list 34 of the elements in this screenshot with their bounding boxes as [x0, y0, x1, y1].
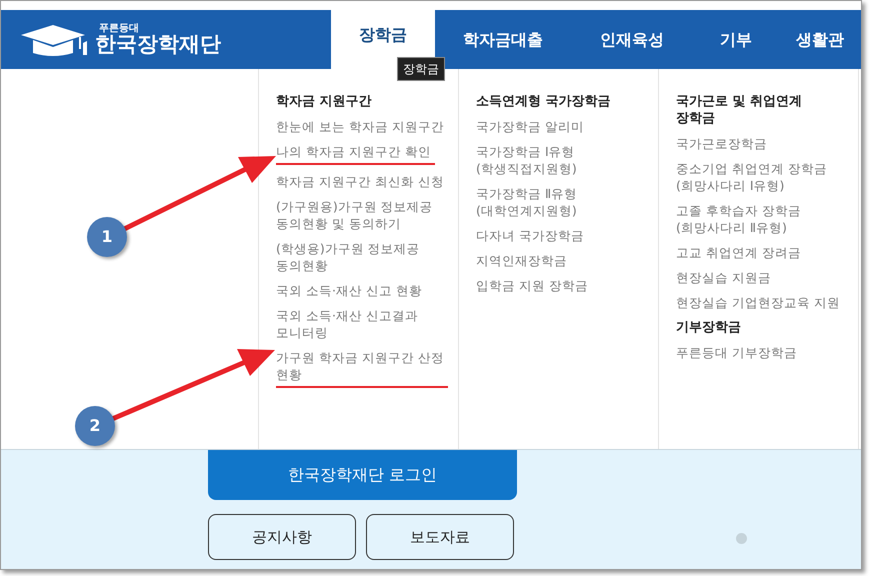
- menu-link[interactable]: 중소기업 취업연계 장학금 (희망사다리 Ⅰ유형): [676, 160, 827, 194]
- menu-link[interactable]: 나의 학자금 지원구간 확인: [276, 143, 435, 165]
- menu-link[interactable]: (학생용)가구원 정보제공 동의현황: [276, 240, 420, 274]
- menu-link[interactable]: (가구원용)가구원 정보제공 동의현황 및 동의하기: [276, 198, 433, 232]
- menu-link[interactable]: 국가장학금 Ⅰ유형 (학생직접지원형): [476, 143, 577, 177]
- quick-link-button[interactable]: 공지사항: [208, 514, 356, 560]
- menu-link[interactable]: 국가근로장학금: [676, 135, 767, 152]
- menu-link[interactable]: 국외 소득·재산 신고결과 모니터링: [276, 307, 418, 341]
- menu-link[interactable]: 현장실습 기업현장교육 지원: [676, 294, 840, 311]
- menu-link[interactable]: 다자녀 국가장학금: [476, 227, 584, 244]
- menu-heading: 국가근로 및 취업연계 장학금: [676, 93, 804, 127]
- menu-link[interactable]: 현장실습 지원금: [676, 269, 771, 286]
- nav-tab[interactable]: 인재육성: [571, 10, 693, 69]
- logo-name: 한국장학재단: [95, 34, 221, 55]
- menu-link[interactable]: 고졸 후학습자 장학금 (희망사다리 Ⅱ유형): [676, 202, 801, 236]
- login-button[interactable]: 한국장학재단 로그인: [208, 450, 517, 500]
- quick-link-button[interactable]: 보도자료: [366, 514, 514, 560]
- nav-tab[interactable]: 생활관: [779, 10, 861, 69]
- menu-heading: 기부장학금: [676, 319, 742, 336]
- menu-heading: 학자금 지원구간: [276, 93, 373, 110]
- logo-tagline: 푸른등대: [99, 24, 140, 34]
- nav-tab[interactable]: 기부: [693, 10, 779, 69]
- menu-link[interactable]: 국가장학금 Ⅱ유형 (대학연계지원형): [476, 185, 578, 219]
- menu-link[interactable]: 가구원 학자금 지원구간 산정 현황: [276, 349, 448, 388]
- menu-link[interactable]: 고교 취업연계 장려금: [676, 244, 801, 261]
- menu-link[interactable]: 입학금 지원 장학금: [476, 277, 588, 294]
- menu-link[interactable]: 지역인재장학금: [476, 252, 567, 269]
- menu-link[interactable]: 국가장학금 알리미: [476, 118, 584, 135]
- menu-link[interactable]: 한눈에 보는 학자금 지원구간: [276, 118, 444, 135]
- menu-link[interactable]: 국외 소득·재산 신고 현황: [276, 282, 422, 299]
- menu-link[interactable]: 학자금 지원구간 최신화 신청: [276, 173, 444, 190]
- tooltip: 장학금: [397, 57, 445, 81]
- menu-link[interactable]: 푸른등대 기부장학금: [676, 344, 797, 361]
- menu-heading: 소득연계형 국가장학금: [476, 93, 612, 110]
